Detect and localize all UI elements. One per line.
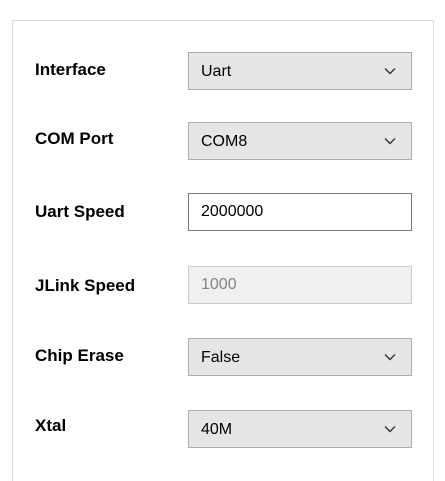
jlink-speed-label: JLink Speed <box>35 276 136 295</box>
xtal-value: 40M <box>201 421 233 438</box>
interface-dropdown[interactable]: Uart <box>188 52 412 90</box>
chip-erase-label: Chip Erase <box>35 346 124 365</box>
chevron-down-icon <box>384 426 396 433</box>
chevron-down-icon <box>384 68 396 75</box>
chip-erase-dropdown[interactable]: False <box>188 338 412 376</box>
com-port-value: COM8 <box>201 133 248 150</box>
uart-speed-input[interactable] <box>188 193 412 231</box>
jlink-speed-input <box>188 266 412 304</box>
chevron-down-icon <box>384 354 396 361</box>
chip-erase-value: False <box>201 349 241 366</box>
com-port-label: COM Port <box>35 129 114 148</box>
interface-label: Interface <box>35 60 106 79</box>
interface-value: Uart <box>201 63 232 80</box>
chevron-down-icon <box>384 138 396 145</box>
uart-speed-label: Uart Speed <box>35 202 125 221</box>
xtal-dropdown[interactable]: 40M <box>188 410 412 448</box>
com-port-dropdown[interactable]: COM8 <box>188 122 412 160</box>
xtal-label: Xtal <box>35 416 67 435</box>
